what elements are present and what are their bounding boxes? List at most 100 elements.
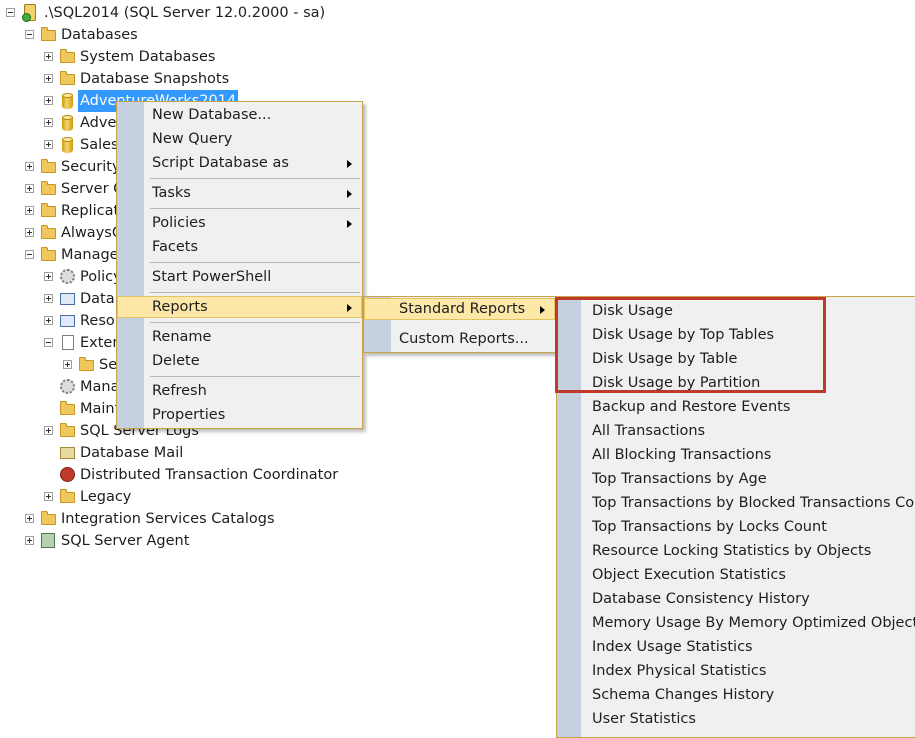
dtc-icon [60,467,75,482]
menu-item-label: Index Physical Statistics [592,663,767,679]
expand-icon[interactable] [63,360,72,369]
expand-icon[interactable] [44,492,53,501]
menu-item-label: Tasks [152,185,191,201]
menu-item-label: Top Transactions by Age [592,471,767,487]
folder-icon [41,159,56,173]
sql-agent-icon [41,533,55,548]
menu-item-label: Index Usage Statistics [592,639,753,655]
tree-node-label: Integration Services Catalogs [61,511,275,527]
expand-icon[interactable] [44,74,53,83]
menu-item-label: Object Execution Statistics [592,567,786,583]
folder-icon [60,71,75,85]
expand-icon[interactable] [44,294,53,303]
database-icon [62,137,73,153]
menu-item-policies[interactable]: Policies [117,212,362,234]
menu-item-report[interactable]: All Transactions [557,420,915,442]
expand-icon[interactable] [25,514,34,523]
menu-item-report[interactable]: Object Execution Statistics [557,564,915,586]
menu-item-label: Standard Reports [399,301,526,317]
expand-icon[interactable] [44,52,53,61]
expand-icon[interactable] [44,316,53,325]
expand-icon[interactable] [44,272,53,281]
collapse-icon[interactable] [25,250,34,259]
tree-node-label: Database Mail [80,445,184,461]
menu-item-label: Resource Locking Statistics by Objects [592,543,872,559]
expand-icon[interactable] [25,536,34,545]
menu-item-report[interactable]: Index Physical Statistics [557,660,915,682]
menu-item-label: Top Transactions by Blocked Transactions… [592,495,915,511]
menu-item-label: All Blocking Transactions [592,447,772,463]
menu-item-rename[interactable]: Rename [117,326,362,348]
menu-separator [150,376,360,377]
tree-node-label: Distributed Transaction Coordinator [80,467,339,483]
menu-item-label: Properties [152,407,226,423]
expand-icon[interactable] [25,228,34,237]
menu-item-reports[interactable]: Reports [117,296,362,318]
tree-node-label: Manage [61,247,119,263]
menu-item-label: Schema Changes History [592,687,775,703]
menu-item-new-query[interactable]: New Query [117,128,362,150]
expand-icon[interactable] [44,96,53,105]
tree-node-label: Maint [80,401,121,417]
folder-icon [79,357,94,371]
menu-item-report[interactable]: All Blocking Transactions [557,444,915,466]
menu-item-properties[interactable]: Properties [117,404,362,426]
menu-item-label: Top Transactions by Locks Count [592,519,827,535]
menu-item-report[interactable]: Schema Changes History [557,684,915,706]
menu-item-label: All Transactions [592,423,706,439]
menu-item-report[interactable]: Top Transactions by Blocked Transactions… [557,492,915,514]
menu-separator [150,208,360,209]
expand-icon[interactable] [44,118,53,127]
menu-item-report[interactable]: Top Transactions by Age [557,468,915,490]
menu-item-custom-reports[interactable]: Custom Reports... [364,328,555,350]
collapse-icon[interactable] [44,338,53,347]
mail-icon [60,447,75,459]
folder-icon [41,225,56,239]
menu-item-report[interactable]: Top Transactions by Locks Count [557,516,915,538]
menu-item-new-database[interactable]: New Database... [117,104,362,126]
collapse-icon[interactable] [25,30,34,39]
menu-item-report[interactable]: User Statistics [557,708,915,730]
tree-node-label: Mana [80,379,120,395]
menu-separator [150,262,360,263]
menu-item-report[interactable]: Backup and Restore Events [557,396,915,418]
menu-item-report[interactable]: Resource Locking Statistics by Objects [557,540,915,562]
folder-icon [41,27,56,41]
menu-item-label: Facets [152,239,199,255]
menu-item-refresh[interactable]: Refresh [117,380,362,402]
database-icon [62,115,73,131]
menu-item-report[interactable]: Memory Usage By Memory Optimized Objects [557,612,915,634]
folder-icon [41,511,56,525]
expand-icon[interactable] [25,184,34,193]
menu-item-label: Start PowerShell [152,269,272,285]
menu-separator [150,178,360,179]
menu-item-start-powershell[interactable]: Start PowerShell [117,266,362,288]
collapse-icon[interactable] [6,8,15,17]
menu-separator [150,322,360,323]
menu-item-script-database-as[interactable]: Script Database as [117,152,362,174]
expand-icon[interactable] [44,426,53,435]
submenu-arrow-icon [347,220,352,228]
resource-governor-icon [60,315,75,327]
server-icon [22,4,36,22]
data-collection-icon [60,293,75,305]
tree-node-label: Replicat [61,203,120,219]
menu-item-report[interactable]: Database Consistency History [557,588,915,610]
submenu-arrow-icon [347,190,352,198]
menu-item-label: Script Database as [152,155,289,171]
menu-item-label: Delete [152,353,200,369]
menu-item-facets[interactable]: Facets [117,236,362,258]
expand-icon[interactable] [25,206,34,215]
menu-item-standard-reports[interactable]: Standard Reports [364,298,555,320]
menu-item-label: Memory Usage By Memory Optimized Objects [592,615,915,631]
menu-item-tasks[interactable]: Tasks [117,182,362,204]
menu-item-report[interactable]: Index Usage Statistics [557,636,915,658]
expand-icon[interactable] [25,162,34,171]
folder-icon [60,489,75,503]
menu-separator [150,292,360,293]
tree-node-label: AlwaysO [61,225,124,241]
menu-item-delete[interactable]: Delete [117,350,362,372]
expand-icon[interactable] [44,140,53,149]
folder-icon [41,247,56,261]
extended-events-icon [62,335,74,350]
